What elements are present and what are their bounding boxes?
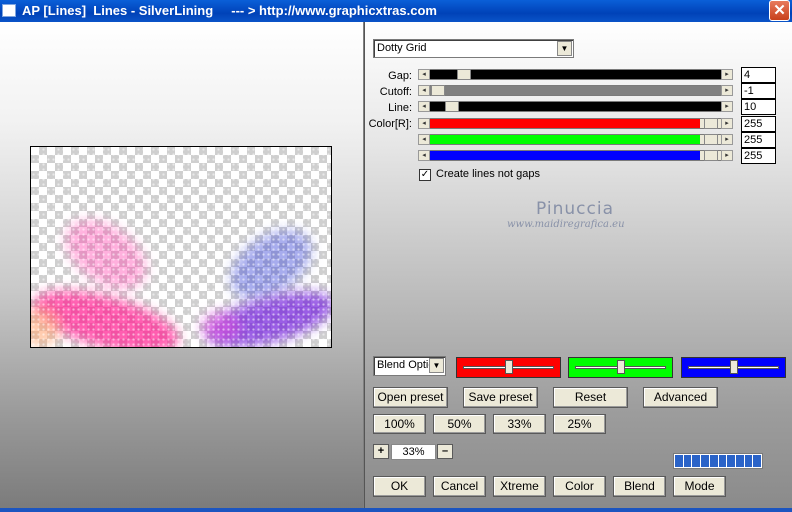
color-g-slider[interactable]: ◂ ▸: [418, 134, 733, 145]
preview-image: [30, 146, 332, 348]
color-b-slider[interactable]: ◂ ▸: [418, 150, 733, 161]
xtreme-button[interactable]: Xtreme: [493, 476, 546, 497]
red-channel-knob[interactable]: [505, 360, 513, 374]
line-label: Line:: [388, 102, 412, 114]
watermark-site: www.maidiregrafica.eu: [507, 219, 625, 230]
arrow-left-icon[interactable]: ◂: [418, 118, 430, 129]
zoom-100-button[interactable]: 100%: [373, 414, 426, 434]
arrow-left-icon[interactable]: ◂: [418, 134, 430, 145]
save-preset-button[interactable]: Save preset: [463, 387, 538, 408]
zoom-50-button[interactable]: 50%: [433, 414, 486, 434]
color-b-value[interactable]: 255: [741, 148, 776, 164]
arrow-right-icon[interactable]: ▸: [721, 85, 733, 96]
arrow-right-icon[interactable]: ▸: [721, 69, 733, 80]
chevron-down-icon[interactable]: ▼: [429, 358, 444, 373]
green-channel-slider[interactable]: [568, 357, 673, 378]
gap-slider-thumb[interactable]: [457, 69, 471, 80]
color-label: Color[R]:: [368, 118, 412, 130]
window-title: AP [Lines] Lines - SilverLining --- > ht…: [22, 3, 437, 18]
reset-button[interactable]: Reset: [553, 387, 628, 408]
blend-options-select[interactable]: Blend Optio ▼: [373, 356, 446, 376]
create-lines-checkbox[interactable]: ✓: [419, 169, 431, 181]
gap-label: Gap:: [388, 70, 412, 82]
gap-slider[interactable]: ◂ ▸: [418, 69, 733, 80]
cutoff-value[interactable]: -1: [741, 83, 776, 99]
blend-options-value: Blend Optio: [377, 359, 429, 371]
zoom-33-button[interactable]: 33%: [493, 414, 546, 434]
zoom-value[interactable]: 33%: [391, 444, 436, 460]
cancel-button[interactable]: Cancel: [433, 476, 486, 497]
color-button[interactable]: Color: [553, 476, 606, 497]
zoom-out-button[interactable]: –: [437, 444, 453, 459]
color-g-value[interactable]: 255: [741, 132, 776, 148]
line-value[interactable]: 10: [741, 99, 776, 115]
arrow-right-icon[interactable]: ▸: [721, 118, 733, 129]
line-slider-thumb[interactable]: [445, 101, 459, 112]
window-icon[interactable]: [2, 4, 16, 17]
color-r-thumb[interactable]: [704, 118, 718, 129]
progress-bar: [673, 453, 763, 469]
color-g-thumb[interactable]: [704, 134, 718, 145]
zoom-in-button[interactable]: +: [373, 444, 389, 459]
watermark-name: Pinuccia: [536, 199, 614, 219]
zoom-25-button[interactable]: 25%: [553, 414, 606, 434]
gap-value[interactable]: 4: [741, 67, 776, 83]
arrow-left-icon[interactable]: ◂: [418, 69, 430, 80]
line-slider[interactable]: ◂ ▸: [418, 101, 733, 112]
close-button[interactable]: ✕: [769, 0, 790, 21]
blue-channel-slider[interactable]: [681, 357, 786, 378]
open-preset-button[interactable]: Open preset: [373, 387, 448, 408]
ok-button[interactable]: OK: [373, 476, 426, 497]
dot-grid-overlay: [31, 147, 331, 347]
create-lines-label: Create lines not gaps: [436, 168, 540, 180]
effect-select-value: Dotty Grid: [377, 42, 427, 54]
blend-button[interactable]: Blend: [613, 476, 666, 497]
cutoff-label: Cutoff:: [379, 86, 412, 98]
color-r-value[interactable]: 255: [741, 116, 776, 132]
chevron-down-icon[interactable]: ▼: [557, 41, 572, 56]
cutoff-slider[interactable]: ◂ ▸: [418, 85, 733, 96]
green-channel-knob[interactable]: [617, 360, 625, 374]
arrow-right-icon[interactable]: ▸: [721, 101, 733, 112]
title-bar: AP [Lines] Lines - SilverLining --- > ht…: [0, 0, 792, 22]
color-b-thumb[interactable]: [704, 150, 718, 161]
mode-button[interactable]: Mode: [673, 476, 726, 497]
effect-select[interactable]: Dotty Grid ▼: [373, 39, 574, 58]
arrow-left-icon[interactable]: ◂: [418, 85, 430, 96]
arrow-left-icon[interactable]: ◂: [418, 101, 430, 112]
color-r-slider[interactable]: ◂ ▸: [418, 118, 733, 129]
arrow-left-icon[interactable]: ◂: [418, 150, 430, 161]
blue-channel-knob[interactable]: [730, 360, 738, 374]
cutoff-slider-thumb[interactable]: [431, 85, 445, 96]
red-channel-slider[interactable]: [456, 357, 561, 378]
window-bottom-border: [0, 508, 792, 512]
arrow-right-icon[interactable]: ▸: [721, 150, 733, 161]
advanced-button[interactable]: Advanced: [643, 387, 718, 408]
arrow-right-icon[interactable]: ▸: [721, 134, 733, 145]
